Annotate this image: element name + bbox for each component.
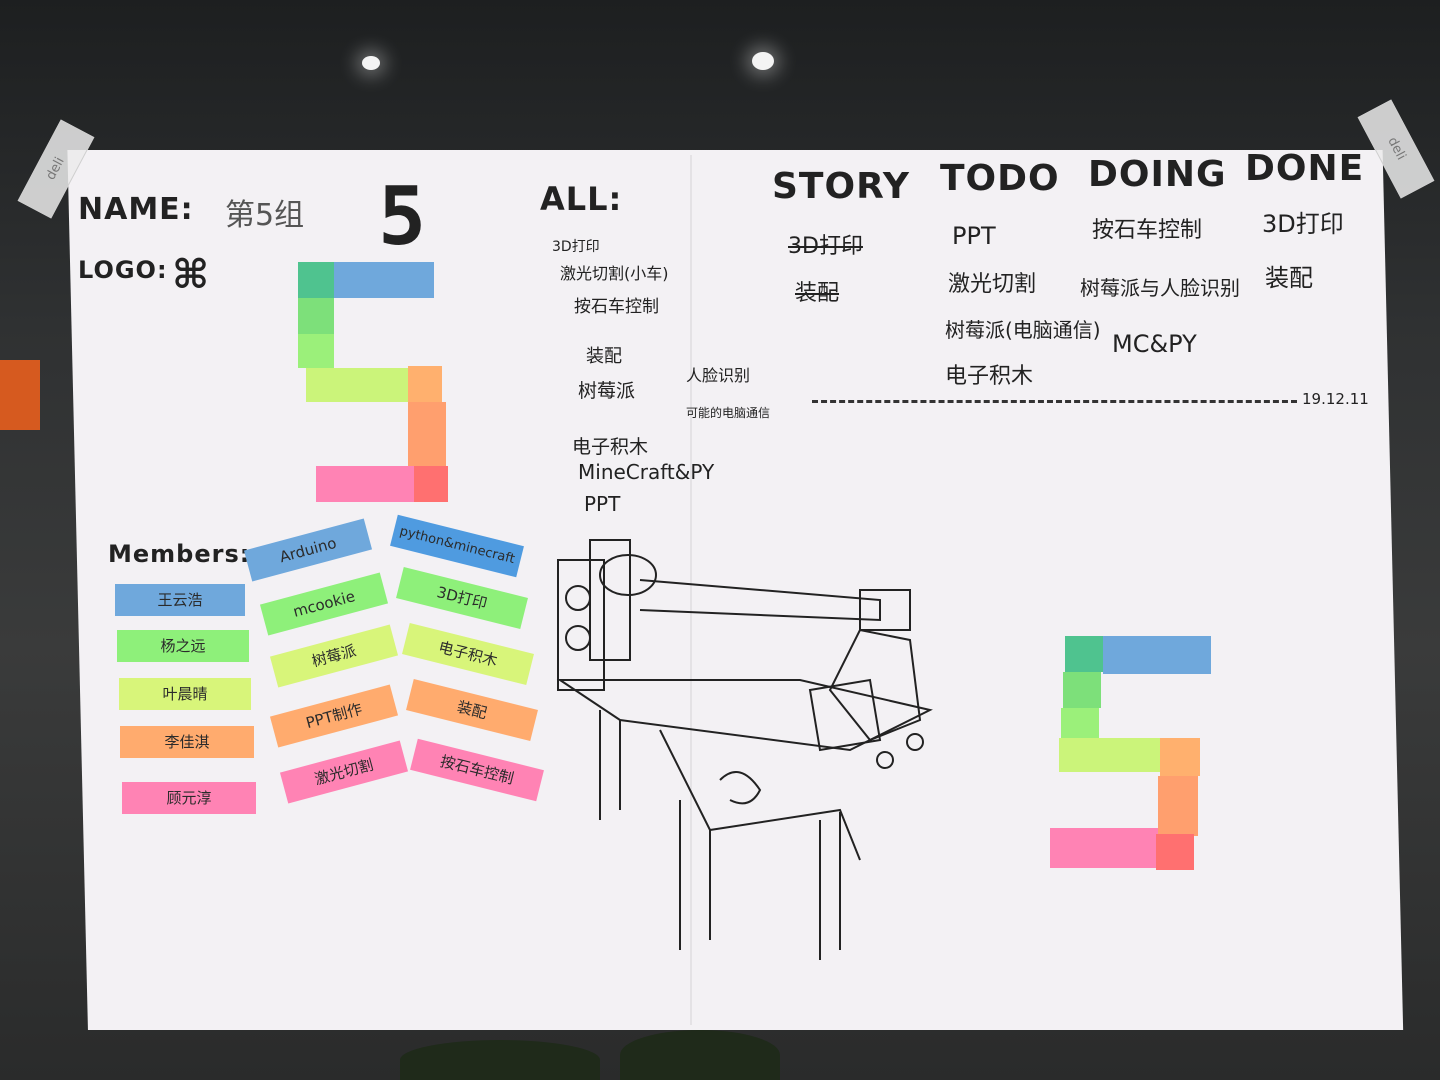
all-task: 电子积木 xyxy=(572,436,649,458)
header-five-glyph: 5 xyxy=(378,170,428,263)
done-item: 装配 xyxy=(1265,264,1313,292)
all-label: ALL: xyxy=(540,180,623,218)
ceiling-light xyxy=(362,56,380,70)
all-task: PPT xyxy=(584,492,621,516)
story-item: 3D打印 xyxy=(788,234,863,259)
plant-foreground xyxy=(620,1030,780,1080)
doing-item: 树莓派与人脸识别 xyxy=(1080,276,1240,300)
all-task: 激光切割(小车) xyxy=(560,264,669,283)
column-doing-title: DOING xyxy=(1088,154,1227,195)
group-name: 第5组 xyxy=(225,198,305,233)
logo-glyph: ⌘ xyxy=(172,252,211,298)
doing-item: MC&PY xyxy=(1112,330,1197,358)
story-item: 装配 xyxy=(795,281,840,306)
member-note: 顾元淳 xyxy=(122,782,256,814)
todo-item: 电子积木 xyxy=(945,364,1034,389)
todo-item: PPT xyxy=(952,222,996,250)
doing-item: 按石车控制 xyxy=(1092,218,1203,243)
member-note: 李佳淇 xyxy=(120,726,254,758)
ceiling-light xyxy=(752,52,774,70)
todo-item: 树莓派(电脑通信) xyxy=(945,318,1101,342)
member-note: 王云浩 xyxy=(115,584,245,616)
column-done-title: DONE xyxy=(1245,148,1365,189)
column-story-title: STORY xyxy=(772,166,910,207)
orange-cabinet xyxy=(0,360,40,430)
separator-dashed-line xyxy=(812,400,1297,403)
members-label: Members: xyxy=(108,540,251,568)
member-note: 杨之远 xyxy=(117,630,249,662)
column-todo-title: TODO xyxy=(940,158,1060,199)
done-item: 3D打印 xyxy=(1262,210,1344,238)
all-task: MineCraft&PY xyxy=(578,460,715,484)
all-task: 人脸识别 xyxy=(686,366,751,385)
date-label: 19.12.11 xyxy=(1302,390,1369,408)
todo-item: 激光切割 xyxy=(948,272,1037,297)
logo-label: LOGO: xyxy=(78,256,168,284)
name-label: NAME: xyxy=(78,192,194,227)
plant-foreground xyxy=(400,1040,600,1080)
all-task: 按石车控制 xyxy=(574,297,659,317)
all-task: 3D打印 xyxy=(552,239,600,255)
robot-table-sketch xyxy=(556,539,933,960)
all-task: 可能的电脑通信 xyxy=(686,406,771,420)
all-task: 树莓派 xyxy=(578,380,636,402)
all-task: 装配 xyxy=(586,346,622,367)
member-note: 叶晨晴 xyxy=(119,678,251,710)
